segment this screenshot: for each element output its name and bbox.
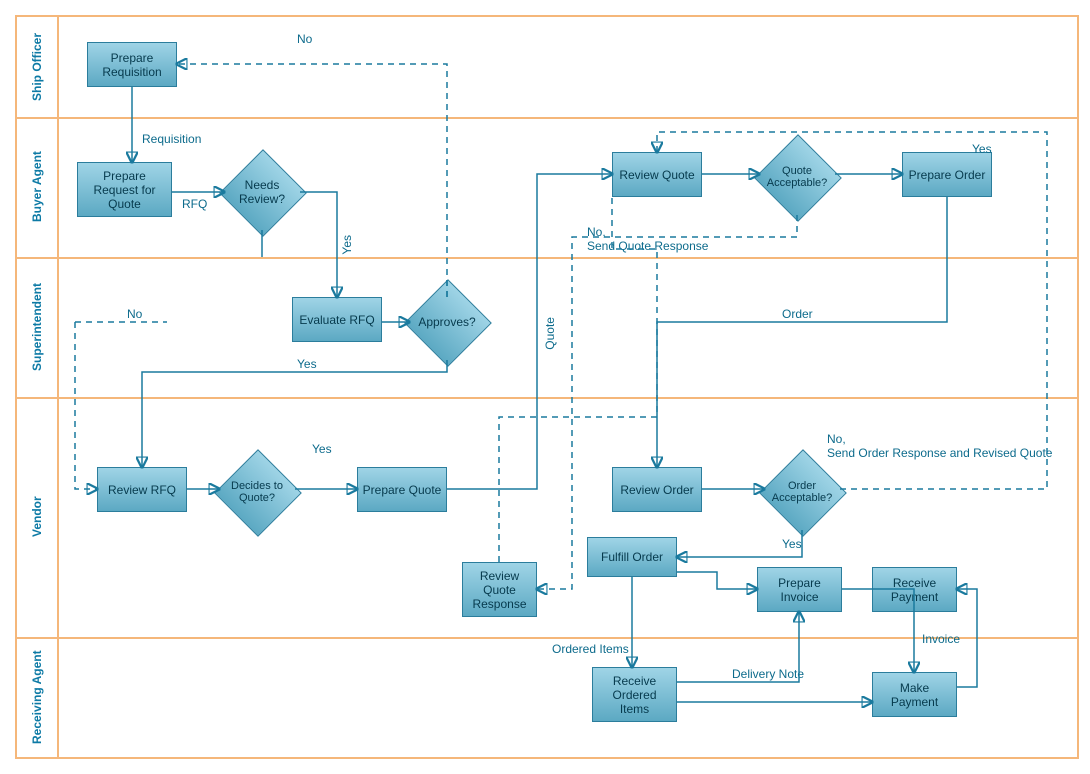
edge-label-no: No: [297, 32, 312, 46]
node-make-payment: Make Payment: [872, 672, 957, 717]
edge-label-quote: Quote: [543, 317, 557, 350]
node-prepare-requisition: Prepare Requisition: [87, 42, 177, 87]
lane-superintendent: Superintendent: [17, 257, 57, 397]
node-prepare-invoice: Prepare Invoice: [757, 567, 842, 612]
swimlane-diagram: Ship Officer Buyer Agent Superintendent …: [15, 15, 1079, 759]
flow-connectors: [17, 17, 1077, 757]
node-prepare-quote: Prepare Quote: [357, 467, 447, 512]
lane-divider: [17, 397, 1077, 399]
edge-label-yes: Yes: [297, 357, 317, 371]
node-review-quote-response: Review Quote Response: [462, 562, 537, 617]
node-receive-items: Receive Ordered Items: [592, 667, 677, 722]
edge-label-ordered: Ordered Items: [552, 642, 629, 656]
lane-divider: [17, 637, 1077, 639]
node-prepare-rfq: Prepare Request for Quote: [77, 162, 172, 217]
lane-vendor: Vendor: [17, 397, 57, 637]
node-review-rfq: Review RFQ: [97, 467, 187, 512]
node-quote-acceptable: Quote Acceptable?: [767, 147, 827, 207]
edge-label-invoice: Invoice: [922, 632, 960, 646]
lane-divider: [17, 257, 1077, 259]
edge-label-yes: Yes: [340, 235, 354, 255]
edge-label-rfq: RFQ: [182, 197, 207, 211]
node-review-quote: Review Quote: [612, 152, 702, 197]
node-fulfill-order: Fulfill Order: [587, 537, 677, 577]
edge-label-yes: Yes: [782, 537, 802, 551]
lane-divider: [17, 117, 1077, 119]
lane-buyer-agent: Buyer Agent: [17, 117, 57, 257]
edge-label-yes: Yes: [972, 142, 992, 156]
edge-label-no-sqr: No, Send Quote Response: [587, 225, 708, 253]
node-review-order: Review Order: [612, 467, 702, 512]
node-prepare-order: Prepare Order: [902, 152, 992, 197]
node-needs-review: Needs Review?: [232, 162, 292, 222]
edge-label-yes: Yes: [312, 442, 332, 456]
edge-label-no-sor: No, Send Order Response and Revised Quot…: [827, 432, 1052, 460]
node-receive-payment: Receive Payment: [872, 567, 957, 612]
lane-ship-officer: Ship Officer: [17, 17, 57, 117]
edge-label-no: No: [127, 307, 142, 321]
node-decides-quote: Decides to Quote?: [227, 462, 287, 522]
node-approves: Approves?: [417, 292, 477, 352]
node-evaluate-rfq: Evaluate RFQ: [292, 297, 382, 342]
lane-receiving-agent: Receiving Agent: [17, 637, 57, 757]
edge-label-requisition: Requisition: [142, 132, 201, 146]
edge-label-delivery: Delivery Note: [732, 667, 804, 681]
edge-label-order: Order: [782, 307, 813, 321]
node-order-acceptable: Order Acceptable?: [772, 462, 832, 522]
